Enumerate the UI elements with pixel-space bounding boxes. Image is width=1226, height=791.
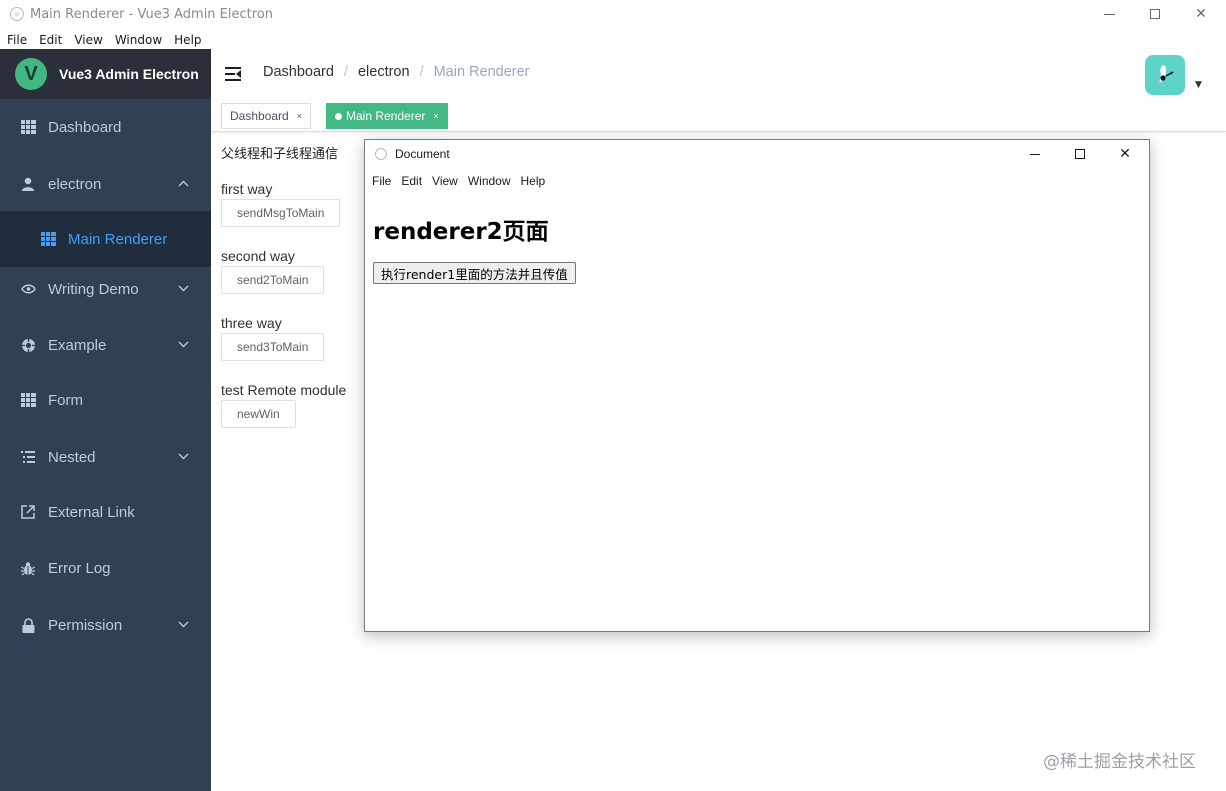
- new-win-button[interactable]: newWin: [221, 400, 296, 428]
- remote-module-label: test Remote module: [221, 382, 347, 398]
- child-menu-window[interactable]: Window: [468, 174, 511, 188]
- menu-window[interactable]: Window: [115, 33, 162, 47]
- window-titlebar: Main Renderer - Vue3 Admin Electron: [0, 0, 1226, 28]
- menu-help[interactable]: Help: [174, 33, 201, 47]
- child-menu-help[interactable]: Help: [521, 174, 546, 188]
- tag-label: Dashboard: [230, 109, 289, 123]
- sidebar: V Vue3 Admin Electron Dashboard electron…: [0, 49, 211, 791]
- sidebar-item-form[interactable]: Form: [0, 372, 211, 428]
- child-menu-edit[interactable]: Edit: [401, 174, 422, 188]
- tags-view: Dashboard × Main Renderer ×: [211, 99, 1226, 132]
- list-icon: [20, 449, 36, 465]
- sidebar-item-nested[interactable]: Nested: [0, 429, 211, 485]
- maximize-button[interactable]: [1132, 0, 1178, 28]
- close-icon[interactable]: ×: [297, 111, 302, 121]
- menu-edit[interactable]: Edit: [39, 33, 62, 47]
- tag-main-renderer[interactable]: Main Renderer ×: [326, 103, 448, 129]
- sidebar-item-label: Form: [48, 391, 83, 409]
- chevron-down-icon: [178, 451, 189, 463]
- table-grid-icon: [40, 231, 56, 247]
- active-dot-icon: [335, 112, 342, 120]
- sidebar-item-electron[interactable]: electron: [0, 156, 211, 212]
- dashboard-grid-icon: [20, 119, 36, 135]
- watermark: @稀土掘金技术社区: [1043, 752, 1196, 772]
- send-msg-to-main-button[interactable]: sendMsgToMain: [221, 199, 341, 227]
- window-title: Main Renderer - Vue3 Admin Electron: [30, 6, 273, 22]
- breadcrumb-separator: /: [343, 64, 348, 80]
- sidebar-item-label: Example: [48, 336, 107, 354]
- sidebar-item-label: Dashboard: [48, 118, 122, 136]
- example-icon: [20, 337, 36, 353]
- child-menubar: File Edit View Window Help: [365, 172, 548, 190]
- child-minimize-button[interactable]: [1013, 140, 1057, 168]
- minimize-button[interactable]: [1086, 0, 1132, 28]
- breadcrumb-separator: /: [419, 64, 424, 80]
- chevron-down-icon: [178, 339, 189, 351]
- sidebar-brand[interactable]: V Vue3 Admin Electron: [0, 49, 211, 99]
- send2-to-main-button[interactable]: send2ToMain: [221, 266, 325, 294]
- sidebar-item-label: electron: [48, 175, 102, 193]
- vue-logo-icon: V: [15, 58, 47, 90]
- sidebar-item-label: Error Log: [48, 559, 111, 577]
- lock-icon: [20, 617, 36, 633]
- form-grid-icon: [20, 392, 36, 408]
- child-menu-view[interactable]: View: [432, 174, 458, 188]
- chevron-down-icon: [178, 619, 189, 631]
- app-icon: [10, 7, 24, 21]
- caret-down-icon[interactable]: ▼: [1195, 80, 1202, 90]
- sidebar-item-permission[interactable]: Permission: [0, 597, 211, 653]
- app-icon: [375, 148, 387, 160]
- sidebar-item-writing-demo[interactable]: Writing Demo: [0, 261, 211, 317]
- child-close-button[interactable]: ✕: [1103, 140, 1147, 168]
- child-menu-file[interactable]: File: [372, 174, 391, 188]
- sidebar-item-main-renderer[interactable]: Main Renderer: [0, 211, 211, 267]
- tag-dashboard[interactable]: Dashboard ×: [221, 103, 311, 129]
- sidebar-item-example[interactable]: Example: [0, 317, 211, 373]
- breadcrumb-current: Main Renderer: [433, 64, 530, 80]
- avatar[interactable]: [1145, 55, 1185, 95]
- menu-file[interactable]: File: [7, 33, 27, 47]
- breadcrumb-electron[interactable]: electron: [358, 64, 410, 80]
- sidebar-toggle-icon[interactable]: [225, 67, 241, 81]
- close-icon[interactable]: ×: [433, 111, 438, 121]
- renderer2-heading: renderer2页面: [373, 219, 549, 245]
- sidebar-item-label: External Link: [48, 503, 135, 521]
- child-window[interactable]: Document ✕ File Edit View Window Help re…: [364, 139, 1150, 632]
- sidebar-item-external-link[interactable]: External Link: [0, 484, 211, 540]
- send3-to-main-button[interactable]: send3ToMain: [221, 333, 325, 361]
- breadcrumb-dashboard[interactable]: Dashboard: [263, 64, 334, 80]
- sidebar-item-dashboard[interactable]: Dashboard: [0, 99, 211, 155]
- close-button[interactable]: ✕: [1178, 0, 1224, 28]
- tag-label: Main Renderer: [346, 109, 426, 123]
- navbar: Dashboard / electron / Main Renderer ▼: [211, 49, 1226, 99]
- child-maximize-button[interactable]: [1058, 140, 1102, 168]
- sidebar-item-error-log[interactable]: Error Log: [0, 540, 211, 596]
- breadcrumb: Dashboard / electron / Main Renderer: [263, 64, 530, 80]
- section-title: 父线程和子线程通信: [221, 146, 339, 161]
- brand-name: Vue3 Admin Electron: [59, 66, 199, 82]
- sidebar-item-label: Nested: [48, 448, 96, 466]
- chevron-up-icon: [178, 178, 189, 190]
- call-render1-button[interactable]: 执行render1里面的方法并且传值: [373, 262, 576, 284]
- bug-icon: [20, 560, 36, 576]
- sidebar-item-label: Writing Demo: [48, 280, 139, 298]
- eye-icon: [20, 281, 36, 297]
- external-link-icon: [20, 504, 36, 520]
- user-icon: [20, 176, 36, 192]
- menubar: File Edit View Window Help: [0, 30, 1226, 49]
- child-window-title: Document: [395, 147, 450, 161]
- sidebar-item-label: Permission: [48, 616, 123, 634]
- menu-view[interactable]: View: [74, 33, 102, 47]
- second-way-label: second way: [221, 248, 295, 264]
- avatar-image-icon: [1159, 65, 1174, 83]
- chevron-down-icon: [178, 283, 189, 295]
- sidebar-item-label: Main Renderer: [68, 230, 168, 248]
- three-way-label: three way: [221, 315, 282, 331]
- first-way-label: first way: [221, 181, 273, 197]
